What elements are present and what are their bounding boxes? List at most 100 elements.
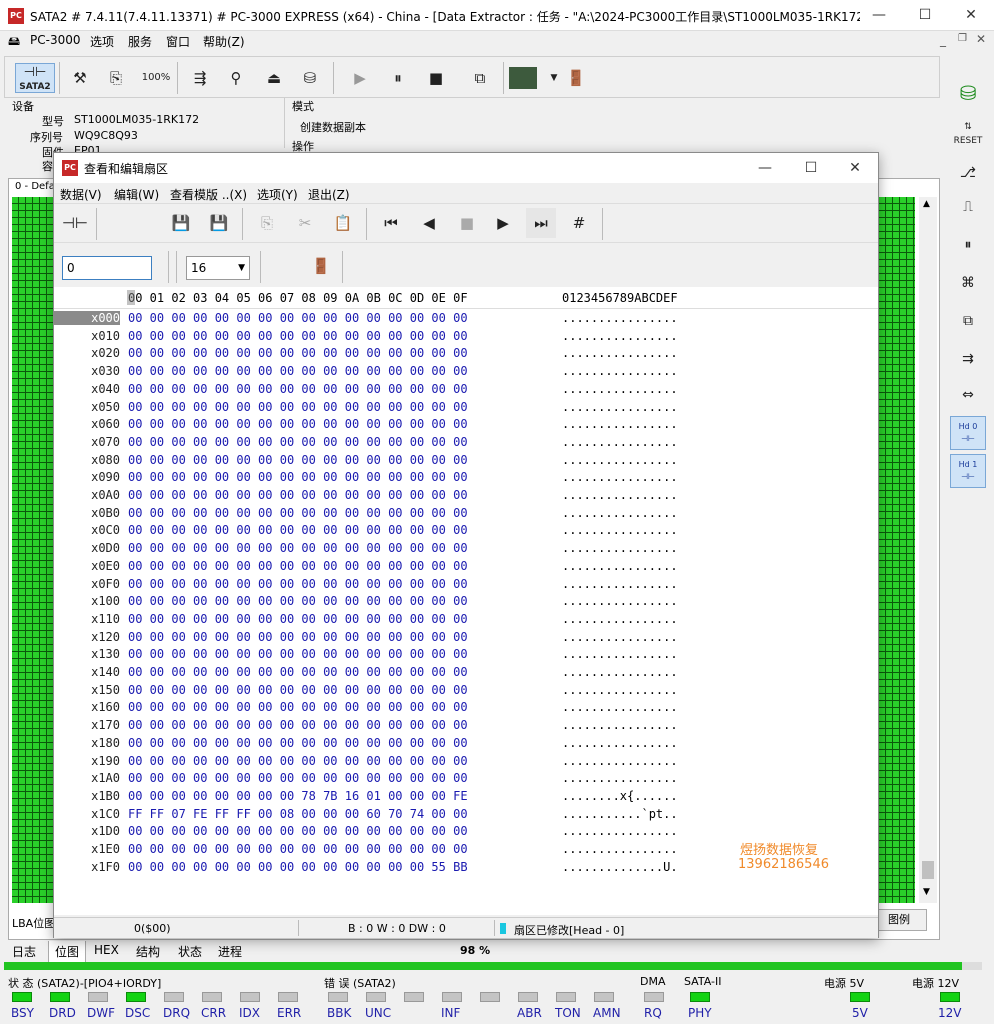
hex-row[interactable]: 00 00 00 00 00 00 00 00 00 00 00 00 00 0… (128, 506, 468, 520)
paste-icon[interactable]: 📋 (328, 208, 358, 238)
ascii-row[interactable]: ................ (562, 541, 678, 555)
passport-icon[interactable]: ⎘ (101, 63, 131, 93)
sector-number-input[interactable] (62, 256, 152, 280)
disk-icon[interactable]: ⛁ (295, 63, 325, 93)
ascii-row[interactable]: ................ (562, 435, 678, 449)
ascii-row[interactable]: ................ (562, 665, 678, 679)
hd0-button[interactable]: Hd 0 ⊣⊢ (950, 416, 986, 450)
hex-row[interactable]: 00 00 00 00 00 00 00 00 00 00 00 00 00 0… (128, 754, 468, 768)
hex-row[interactable]: 00 00 00 00 00 00 00 00 00 00 00 00 00 0… (128, 311, 468, 325)
binoculars-icon[interactable]: ⚲ (221, 63, 251, 93)
hex-row[interactable]: 00 00 00 00 00 00 00 00 00 00 00 00 00 0… (128, 453, 468, 467)
ascii-row[interactable]: ................ (562, 488, 678, 502)
ascii-row[interactable]: ................ (562, 523, 678, 537)
hex-row[interactable]: 00 00 00 00 00 00 00 00 00 00 00 00 00 0… (128, 718, 468, 732)
ascii-row[interactable]: ................ (562, 771, 678, 785)
ascii-row[interactable]: ........x{...... (562, 789, 678, 803)
mdi-close-icon[interactable]: ✕ (976, 32, 986, 46)
ascii-row[interactable]: ................ (562, 683, 678, 697)
ascii-row[interactable]: ................ (562, 364, 678, 378)
exit-icon[interactable]: 🚪 (561, 63, 591, 93)
ascii-row[interactable]: ................ (562, 824, 678, 838)
scroll-down-icon[interactable]: ▼ (923, 887, 930, 897)
play-icon[interactable]: ▶ (345, 63, 375, 93)
maximize-button[interactable]: ☐ (902, 0, 948, 31)
ascii-row[interactable]: ................ (562, 842, 678, 856)
hex-row[interactable]: 00 00 00 00 00 00 00 00 00 00 00 00 00 0… (128, 364, 468, 378)
ascii-row[interactable]: ................ (562, 311, 678, 325)
hex-row[interactable]: 00 00 00 00 00 00 00 00 00 00 00 00 00 0… (128, 771, 468, 785)
stop-icon[interactable]: ■ (421, 63, 451, 93)
hex-row[interactable]: 00 00 00 00 00 00 00 00 00 00 00 00 00 0… (128, 523, 468, 537)
connect-icon[interactable]: ⇉ (950, 342, 986, 376)
hex-row[interactable]: 00 00 00 00 00 00 00 00 00 00 00 00 00 0… (128, 346, 468, 360)
copy-icon[interactable]: ⎘ (252, 208, 282, 238)
image-icon[interactable] (509, 67, 537, 89)
pause-icon[interactable]: ⏸ (383, 63, 413, 93)
link-icon[interactable]: ⇔ (950, 378, 986, 412)
menu-window[interactable]: 窗口 (166, 33, 190, 50)
ascii-row[interactable]: ................ (562, 453, 678, 467)
hex-row[interactable]: 00 00 00 00 00 00 00 00 00 00 00 00 00 0… (128, 612, 468, 626)
hex-row[interactable]: 00 00 00 00 00 00 00 00 00 00 00 00 00 0… (128, 736, 468, 750)
hex-row[interactable]: 00 00 00 00 00 00 00 00 00 00 00 00 00 0… (128, 329, 468, 343)
hex-row[interactable]: 00 00 00 00 00 00 00 00 00 00 00 00 00 0… (128, 700, 468, 714)
minimize-button[interactable]: — (856, 0, 902, 31)
dialog-maximize-button[interactable]: ☐ (788, 153, 834, 183)
tab-structure[interactable]: 结构 (136, 943, 160, 960)
next-sector-icon[interactable]: ▶ (488, 208, 518, 238)
menu-options[interactable]: 选项 (90, 33, 114, 50)
network-icon[interactable]: ⌘ (950, 266, 986, 300)
hex-row[interactable]: 00 00 00 00 00 00 00 00 78 7B 16 01 00 0… (128, 789, 468, 803)
hex-row[interactable]: 00 00 00 00 00 00 00 00 00 00 00 00 00 0… (128, 559, 468, 573)
dialog-minimize-button[interactable]: — (742, 153, 788, 183)
tab-log[interactable]: 日志 (12, 943, 36, 960)
dialog-menu-edit[interactable]: 编辑(W) (114, 186, 159, 203)
dialog-menu-exit[interactable]: 退出(Z) (308, 186, 350, 203)
branch-icon[interactable]: ⎇ (950, 156, 986, 190)
ascii-row[interactable]: ................ (562, 400, 678, 414)
hd1-button[interactable]: Hd 1 ⊣⊢ (950, 454, 986, 488)
hex-row[interactable]: 00 00 00 00 00 00 00 00 00 00 00 00 00 0… (128, 435, 468, 449)
goto-sector-icon[interactable]: # (564, 208, 594, 238)
hex-row[interactable]: 00 00 00 00 00 00 00 00 00 00 00 00 00 0… (128, 488, 468, 502)
prev-sector-icon[interactable]: ◀ (414, 208, 444, 238)
ascii-row[interactable]: ................ (562, 577, 678, 591)
bitmap-scrollbar[interactable]: ▲ ▼ (919, 197, 937, 903)
ascii-row[interactable]: ................ (562, 329, 678, 343)
menu-help[interactable]: 帮助(Z) (203, 33, 245, 50)
first-sector-icon[interactable]: ⏮ (376, 208, 406, 238)
hex-row[interactable]: 00 00 00 00 00 00 00 00 00 00 00 00 00 0… (128, 417, 468, 431)
tab-process[interactable]: 进程 (218, 943, 242, 960)
menu-app[interactable]: PC-3000 (30, 33, 80, 47)
hex-row[interactable]: 00 00 00 00 00 00 00 00 00 00 00 00 00 0… (128, 824, 468, 838)
head-icon[interactable]: ⏏ (259, 63, 289, 93)
hex-row[interactable]: 00 00 00 00 00 00 00 00 00 00 00 00 00 0… (128, 630, 468, 644)
hex-row[interactable]: 00 00 00 00 00 00 00 00 00 00 00 00 00 0… (128, 382, 468, 396)
hex-view[interactable]: 00 01 02 03 04 05 06 07 08 09 0A 0B 0C 0… (54, 287, 878, 915)
close-button[interactable]: ✕ (948, 0, 994, 31)
ascii-row[interactable]: ................ (562, 382, 678, 396)
menu-service[interactable]: 服务 (128, 33, 152, 50)
hex-row[interactable]: 00 00 00 00 00 00 00 00 00 00 00 00 00 0… (128, 647, 468, 661)
panel-tab-label[interactable]: 0 - Defa (15, 181, 55, 192)
ascii-row[interactable]: ................ (562, 736, 678, 750)
hex-row[interactable]: 00 00 00 00 00 00 00 00 00 00 00 00 00 0… (128, 683, 468, 697)
ascii-row[interactable]: ................ (562, 470, 678, 484)
ascii-row[interactable]: ................ (562, 506, 678, 520)
dialog-menu-options[interactable]: 选项(Y) (257, 186, 298, 203)
ascii-row[interactable]: ................ (562, 559, 678, 573)
dialog-exit-icon[interactable]: 🚪 (306, 251, 336, 281)
hex-row[interactable]: 00 00 00 00 00 00 00 00 00 00 00 00 00 0… (128, 842, 468, 856)
tools-icon[interactable]: ⚒ (65, 63, 95, 93)
hex-row[interactable]: FF FF 07 FE FF FF 00 08 00 00 00 60 70 7… (128, 807, 468, 821)
ascii-row[interactable]: ...........`pt.. (562, 807, 678, 821)
hex-row[interactable]: 00 00 00 00 00 00 00 00 00 00 00 00 00 0… (128, 470, 468, 484)
ascii-row[interactable]: ................ (562, 612, 678, 626)
ascii-row[interactable]: ................ (562, 754, 678, 768)
ascii-row[interactable]: ................ (562, 647, 678, 661)
dialog-menu-data[interactable]: 数据(V) (60, 186, 102, 203)
ascii-row[interactable]: ................ (562, 630, 678, 644)
tab-hex[interactable]: HEX (94, 943, 119, 957)
ascii-row[interactable]: ................ (562, 346, 678, 360)
